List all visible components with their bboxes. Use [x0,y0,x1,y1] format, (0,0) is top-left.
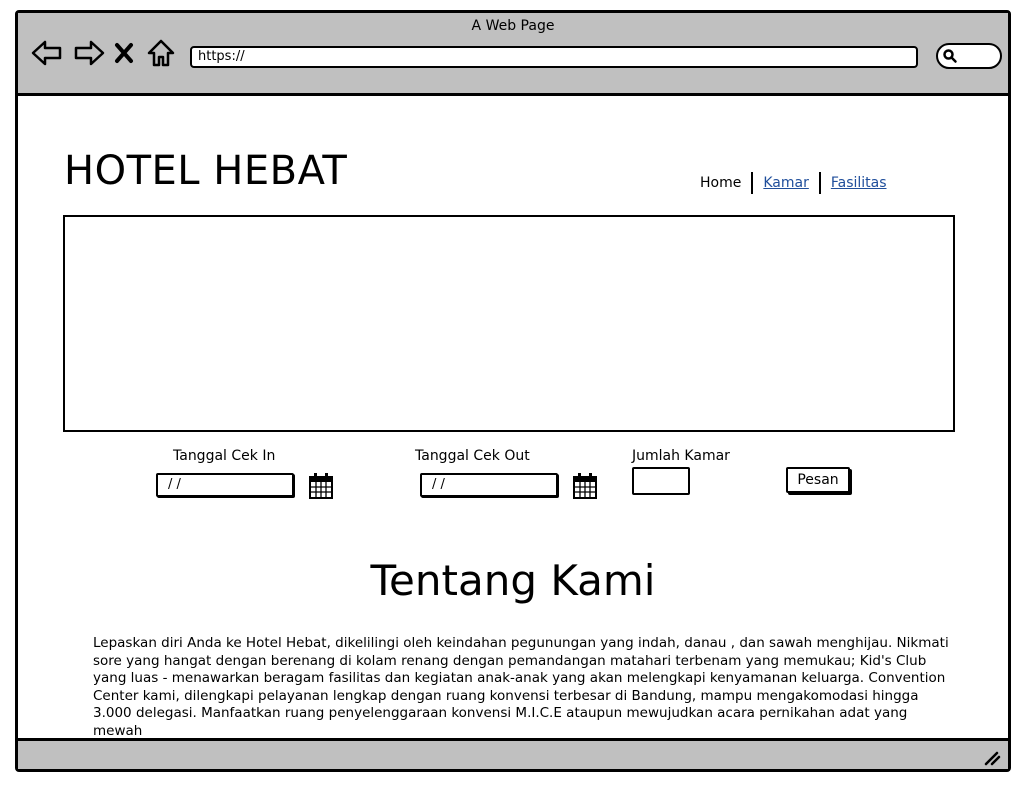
home-icon[interactable] [144,38,178,68]
page-content: HOTEL HEBAT Home Kamar Fasilitas Tanggal… [18,96,1008,739]
about-section-title: Tentang Kami [370,556,656,605]
nav-divider [818,172,821,194]
nav-divider [751,172,754,194]
window-title: A Web Page [471,18,555,34]
rooms-label: Jumlah Kamar [632,448,730,464]
nav-kamar-link[interactable]: Kamar [763,175,809,191]
calendar-icon[interactable] [572,472,598,500]
browser-search-box[interactable] [936,43,1002,69]
checkin-label: Tanggal Cek In [173,448,276,464]
search-icon [943,49,957,63]
rooms-quantity-input[interactable] [632,467,690,495]
browser-titlebar: A Web Page https:// [18,13,1008,96]
close-icon[interactable] [112,38,136,68]
browser-statusbar [18,738,1008,769]
checkout-label: Tanggal Cek Out [415,448,530,464]
top-navigation: Home Kamar Fasilitas [700,172,887,194]
back-arrow-icon[interactable] [30,38,64,68]
nav-home[interactable]: Home [700,175,741,191]
hero-banner [63,215,955,432]
resize-grip-icon[interactable] [982,747,1002,767]
forward-arrow-icon[interactable] [72,38,106,68]
calendar-icon[interactable] [308,472,334,500]
checkout-date-input[interactable]: / / [420,473,558,497]
nav-fasilitas-link[interactable]: Fasilitas [831,175,887,191]
pesan-button[interactable]: Pesan [786,467,850,493]
url-input[interactable]: https:// [190,46,918,68]
browser-window: A Web Page https:// HOTEL HEBAT Home Kam… [15,10,1011,772]
site-title: HOTEL HEBAT [64,148,348,194]
about-description: Lepaskan diri Anda ke Hotel Hebat, dikel… [93,635,949,739]
checkin-date-input[interactable]: / / [156,473,294,497]
